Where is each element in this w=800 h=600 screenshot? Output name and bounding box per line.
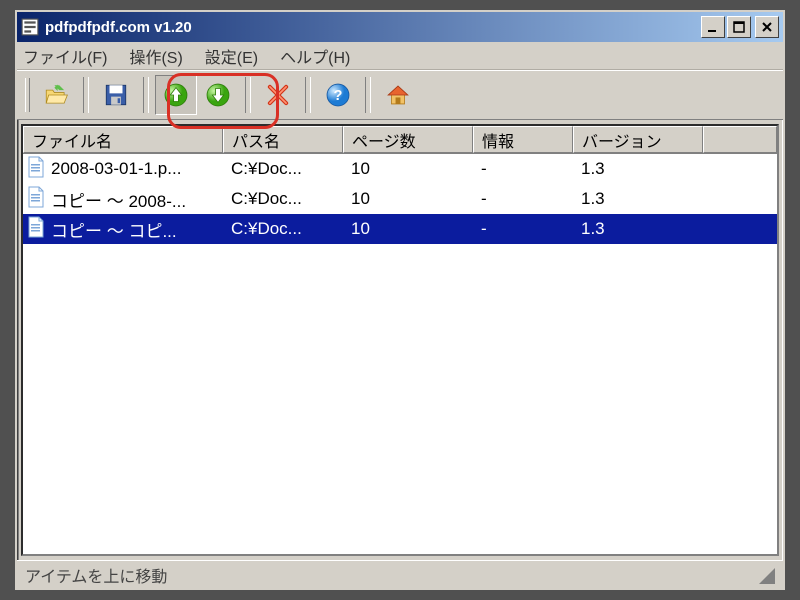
move-up-button[interactable] [155,75,197,115]
folder-open-icon [43,82,69,108]
filename-text: 2008-03-01-1.p... [51,159,181,179]
cell-filler [703,184,777,214]
col-info[interactable]: 情報 [473,126,573,153]
toolbar-separator [365,77,371,113]
save-button[interactable] [95,75,137,115]
maximize-button[interactable] [727,16,751,38]
list-body[interactable]: 2008-03-01-1.p...C:¥Doc...10-1.3コピー ～ 20… [23,154,777,554]
close-button[interactable] [755,16,779,38]
delete-button[interactable] [257,75,299,115]
app-icon [21,18,39,36]
save-icon [103,82,129,108]
table-row[interactable]: 2008-03-01-1.p... C:¥Doc...10-1.3 [23,154,777,184]
filename-text: コピー ～ コピ... [51,217,177,242]
col-version[interactable]: バージョン [573,126,703,153]
menu-operate[interactable]: 操作(S) [129,44,182,68]
delete-x-icon [265,82,291,108]
cell-pages: 10 [343,154,473,184]
svg-text:?: ? [334,88,343,104]
toolbar-separator [83,77,89,113]
main-window: pdfpdfpdf.com v1.20 ファイル(F) 操作(S) 設定(E) … [15,10,785,590]
cell-filler [703,214,777,244]
menu-settings[interactable]: 設定(E) [205,44,258,68]
arrow-down-icon [205,82,231,108]
help-button[interactable]: ? [317,75,359,115]
toolbar-separator [143,77,149,113]
filename-text: コピー ～ 2008-... [51,187,186,212]
window-title: pdfpdfpdf.com v1.20 [45,19,701,36]
arrow-up-icon [163,82,189,108]
cell-version: 1.3 [573,154,703,184]
cell-path: C:¥Doc... [223,214,343,244]
home-icon [385,82,411,108]
cell-version: 1.3 [573,184,703,214]
resize-grip[interactable] [757,566,775,584]
cell-filename: コピー ～ 2008-... [23,184,223,214]
toolbar: ? [17,70,783,120]
help-icon: ? [325,82,351,108]
titlebar: pdfpdfpdf.com v1.20 [17,12,783,42]
menu-help[interactable]: ヘルプ(H) [280,44,350,68]
open-button[interactable] [35,75,77,115]
move-down-button[interactable] [197,75,239,115]
col-filename[interactable]: ファイル名 [23,126,223,153]
menu-file[interactable]: ファイル(F) [23,44,107,68]
file-list: ファイル名 パス名 ページ数 情報 バージョン 2008-03-01-1.p..… [21,124,779,556]
cell-info: - [473,154,573,184]
toolbar-separator [305,77,311,113]
cell-filename: 2008-03-01-1.p... [23,154,223,184]
column-headers: ファイル名 パス名 ページ数 情報 バージョン [23,126,777,154]
cell-filename: コピー ～ コピ... [23,214,223,244]
col-filler [703,126,777,153]
cell-path: C:¥Doc... [223,184,343,214]
table-row[interactable]: コピー ～ 2008-... C:¥Doc...10-1.3 [23,184,777,214]
cell-path: C:¥Doc... [223,154,343,184]
cell-version: 1.3 [573,214,703,244]
cell-info: - [473,184,573,214]
col-pages[interactable]: ページ数 [343,126,473,153]
status-text: アイテムを上に移動 [25,563,167,587]
menubar: ファイル(F) 操作(S) 設定(E) ヘルプ(H) [17,42,783,70]
cell-pages: 10 [343,184,473,214]
file-icon [27,186,45,213]
toolbar-handle[interactable] [23,75,31,115]
cell-filler [703,154,777,184]
minimize-button[interactable] [701,16,725,38]
table-row[interactable]: コピー ～ コピ... C:¥Doc...10-1.3 [23,214,777,244]
col-path[interactable]: パス名 [223,126,343,153]
statusbar: アイテムを上に移動 [17,560,783,588]
home-button[interactable] [377,75,419,115]
file-icon [27,216,45,243]
cell-pages: 10 [343,214,473,244]
toolbar-separator [245,77,251,113]
cell-info: - [473,214,573,244]
file-icon [27,156,45,183]
